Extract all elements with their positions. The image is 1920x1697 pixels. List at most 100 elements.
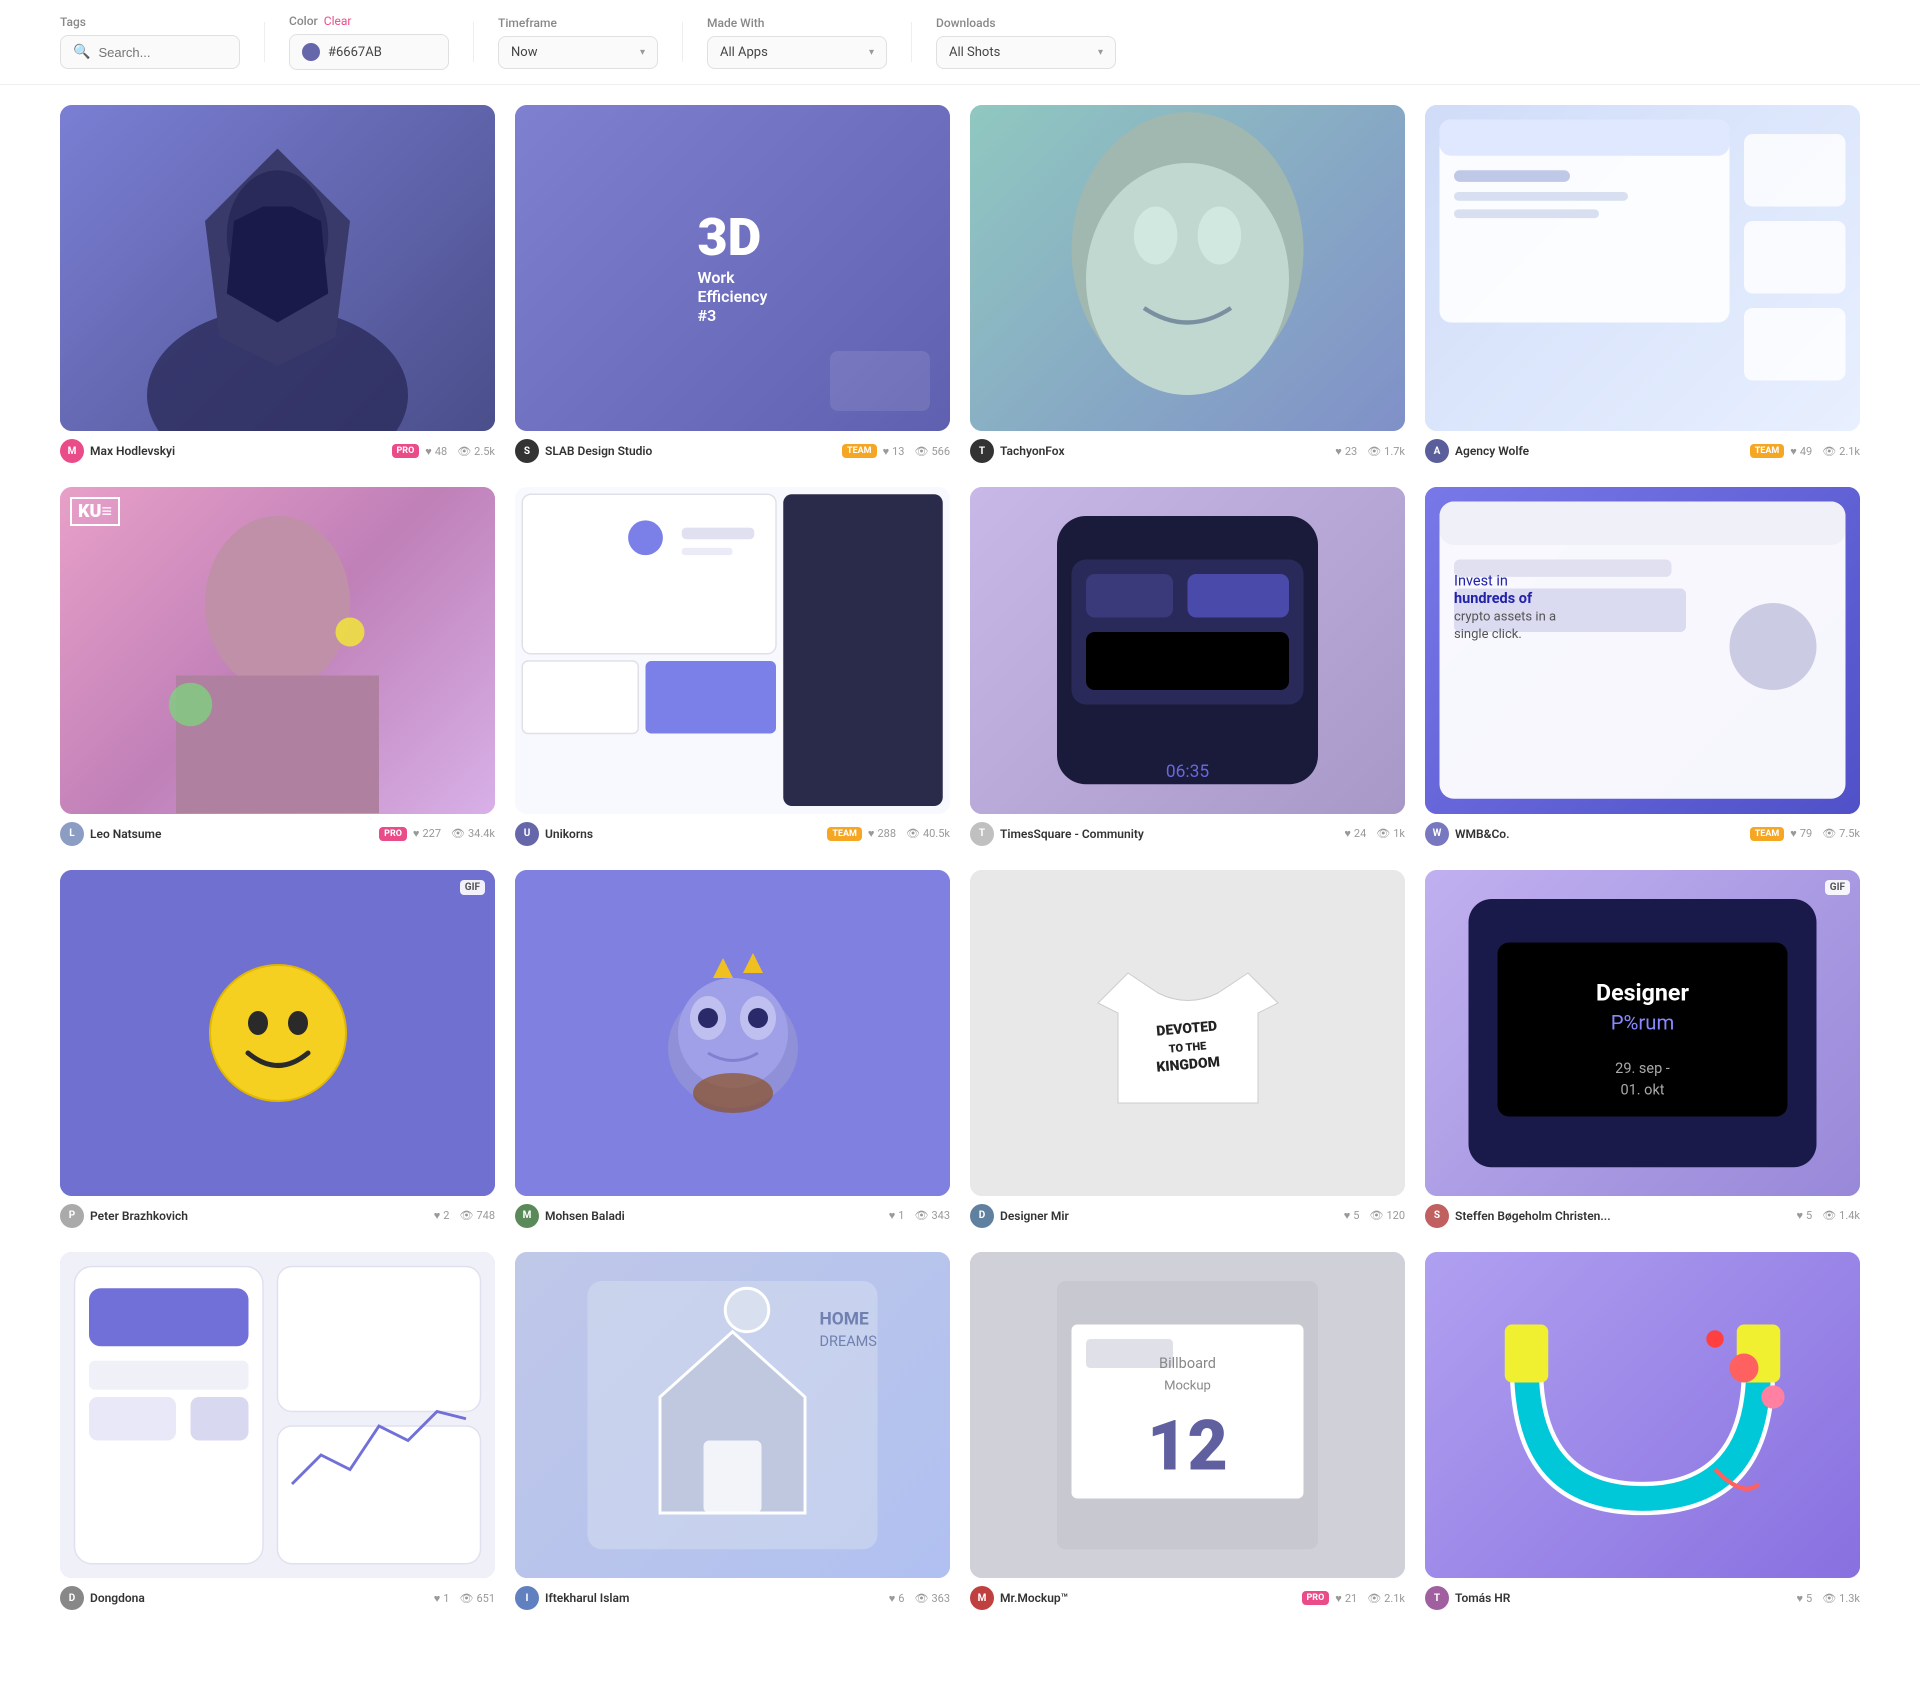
shot-meta: D Designer Mir ♥ 5 👁 120: [970, 1196, 1405, 1232]
likes-count: 2: [443, 1209, 449, 1222]
shot-thumbnail[interactable]: KU≡: [60, 487, 495, 813]
author-avatar: W: [1425, 822, 1449, 846]
heart-icon: ♥: [1790, 445, 1797, 458]
heart-icon: ♥: [434, 1592, 441, 1605]
shot-thumbnail[interactable]: [515, 487, 950, 813]
shot-card[interactable]: U Unikorns TEAM ♥ 288 👁 40.5k: [515, 487, 950, 849]
shot-card[interactable]: A Agency Wolfe TEAM ♥ 49 👁 2.1k: [1425, 105, 1860, 467]
author-name: Tomás HR: [1455, 1591, 1790, 1605]
shot-stats: ♥ 13 👁 566: [883, 445, 950, 458]
author-name: Max Hodlevskyi: [90, 444, 386, 458]
shot-thumbnail[interactable]: 3DWorkEfficiency#3: [515, 105, 950, 431]
shot-stats: ♥ 24 👁 1k: [1344, 827, 1405, 840]
filter-group-timeframe: Timeframe Now ▾: [498, 16, 658, 69]
downloads-dropdown[interactable]: All Shots ▾: [936, 36, 1116, 69]
author-avatar: U: [515, 822, 539, 846]
views-stat: 👁 2.1k: [1822, 445, 1860, 458]
eye-icon: 👁: [459, 1592, 473, 1605]
likes-count: 79: [1800, 827, 1812, 840]
shot-thumbnail[interactable]: DesignerP%rum29. sep -01. okt GIF: [1425, 870, 1860, 1196]
madewith-chevron-icon: ▾: [869, 47, 874, 58]
likes-count: 1: [898, 1209, 904, 1222]
gif-badge: GIF: [1825, 880, 1850, 895]
views-count: 120: [1386, 1209, 1405, 1222]
shot-thumbnail[interactable]: [60, 1252, 495, 1578]
likes-stat: ♥ 21: [1335, 1592, 1357, 1605]
shot-card[interactable]: GIF P Peter Brazhkovich ♥ 2 👁 748: [60, 870, 495, 1232]
color-clear-link[interactable]: Clear: [324, 14, 352, 28]
shot-thumbnail[interactable]: GIF: [60, 870, 495, 1196]
views-stat: 👁 1.7k: [1367, 445, 1405, 458]
shot-card[interactable]: 3DWorkEfficiency#3 S SLAB Design Studio …: [515, 105, 950, 467]
shot-stats: ♥ 5 👁 120: [1344, 1209, 1405, 1222]
author-name: TachyonFox: [1000, 444, 1329, 458]
filter-group-color: Color Clear #6667AB: [289, 14, 449, 70]
shot-thumbnail[interactable]: [970, 105, 1405, 431]
color-select[interactable]: #6667AB: [289, 34, 449, 70]
shot-thumbnail[interactable]: [1425, 105, 1860, 431]
likes-stat: ♥ 6: [889, 1592, 905, 1605]
shot-thumbnail[interactable]: Invest inhundreds ofcrypto assets in asi…: [1425, 487, 1860, 813]
shot-thumbnail[interactable]: [515, 870, 950, 1196]
shot-stats: ♥ 49 👁 2.1k: [1790, 445, 1860, 458]
eye-icon: 👁: [1822, 1209, 1836, 1222]
shot-thumbnail[interactable]: HOMEDREAMS: [515, 1252, 950, 1578]
svg-text:Designer: Designer: [1596, 978, 1689, 1006]
heart-icon: ♥: [434, 1209, 441, 1222]
shot-card[interactable]: T TachyonFox ♥ 23 👁 1.7k: [970, 105, 1405, 467]
shot-meta: I Iftekharul Islam ♥ 6 👁 363: [515, 1578, 950, 1614]
likes-count: 288: [877, 827, 896, 840]
shot-thumbnail[interactable]: 12BillboardMockup: [970, 1252, 1405, 1578]
svg-text:P%rum: P%rum: [1611, 1010, 1675, 1034]
views-stat: 👁 566: [914, 445, 950, 458]
views-count: 40.5k: [923, 827, 950, 840]
svg-text:crypto assets in a: crypto assets in a: [1454, 610, 1556, 625]
eye-icon: 👁: [457, 445, 471, 458]
shot-card[interactable]: KU≡ L Leo Natsume PRO ♥ 227 👁 34.4k: [60, 487, 495, 849]
author-badge: PRO: [379, 827, 407, 841]
shot-stats: ♥ 21 👁 2.1k: [1335, 1592, 1405, 1605]
shot-thumbnail[interactable]: [1425, 1252, 1860, 1578]
views-stat: 👁 363: [914, 1592, 950, 1605]
svg-text:Invest in: Invest in: [1454, 573, 1508, 590]
shot-meta: M Mr.Mockup™ PRO ♥ 21 👁 2.1k: [970, 1578, 1405, 1614]
shot-card[interactable]: M Max Hodlevskyi PRO ♥ 48 👁 2.5k: [60, 105, 495, 467]
likes-stat: ♥ 48: [425, 445, 447, 458]
likes-count: 23: [1345, 445, 1357, 458]
shot-card[interactable]: HOMEDREAMS I Iftekharul Islam ♥ 6 👁 363: [515, 1252, 950, 1614]
shot-card[interactable]: D Dongdona ♥ 1 👁 651: [60, 1252, 495, 1614]
shot-meta: M Max Hodlevskyi PRO ♥ 48 👁 2.5k: [60, 431, 495, 467]
heart-icon: ♥: [425, 445, 432, 458]
heart-icon: ♥: [1335, 1592, 1342, 1605]
shot-card[interactable]: 06:35 T TimesSquare - Community ♥ 24 👁 1…: [970, 487, 1405, 849]
heart-icon: ♥: [1796, 1209, 1803, 1222]
tags-label: Tags: [60, 15, 240, 29]
downloads-label: Downloads: [936, 16, 1116, 30]
shot-thumbnail[interactable]: 06:35: [970, 487, 1405, 813]
timeframe-dropdown[interactable]: Now ▾: [498, 36, 658, 69]
tags-input[interactable]: [98, 45, 238, 60]
madewith-dropdown[interactable]: All Apps ▾: [707, 36, 887, 69]
shot-card[interactable]: M Mohsen Baladi ♥ 1 👁 343: [515, 870, 950, 1232]
shot-thumbnail[interactable]: [60, 105, 495, 431]
downloads-chevron-icon: ▾: [1098, 47, 1103, 58]
shot-card[interactable]: DEVOTEDTO THEKINGDOM D Designer Mir ♥ 5 …: [970, 870, 1405, 1232]
eye-icon: 👁: [1367, 445, 1381, 458]
svg-text:single click.: single click.: [1454, 627, 1522, 642]
shot-meta: L Leo Natsume PRO ♥ 227 👁 34.4k: [60, 814, 495, 850]
shot-card[interactable]: T Tomás HR ♥ 5 👁 1.3k: [1425, 1252, 1860, 1614]
timeframe-chevron-icon: ▾: [640, 47, 645, 58]
views-count: 1.4k: [1839, 1209, 1860, 1222]
shot-thumbnail[interactable]: DEVOTEDTO THEKINGDOM: [970, 870, 1405, 1196]
shot-card[interactable]: DesignerP%rum29. sep -01. okt GIF S Stef…: [1425, 870, 1860, 1232]
svg-text:Mockup: Mockup: [1164, 1379, 1211, 1394]
views-count: 363: [931, 1592, 950, 1605]
views-stat: 👁 120: [1369, 1209, 1405, 1222]
shot-card[interactable]: 12BillboardMockup M Mr.Mockup™ PRO ♥ 21 …: [970, 1252, 1405, 1614]
likes-stat: ♥ 24: [1344, 827, 1366, 840]
tags-input-wrapper[interactable]: 🔍: [60, 35, 240, 69]
timeframe-label: Timeframe: [498, 16, 658, 30]
shot-card[interactable]: Invest inhundreds ofcrypto assets in asi…: [1425, 487, 1860, 849]
views-count: 2.1k: [1384, 1592, 1405, 1605]
author-name: Agency Wolfe: [1455, 444, 1744, 458]
